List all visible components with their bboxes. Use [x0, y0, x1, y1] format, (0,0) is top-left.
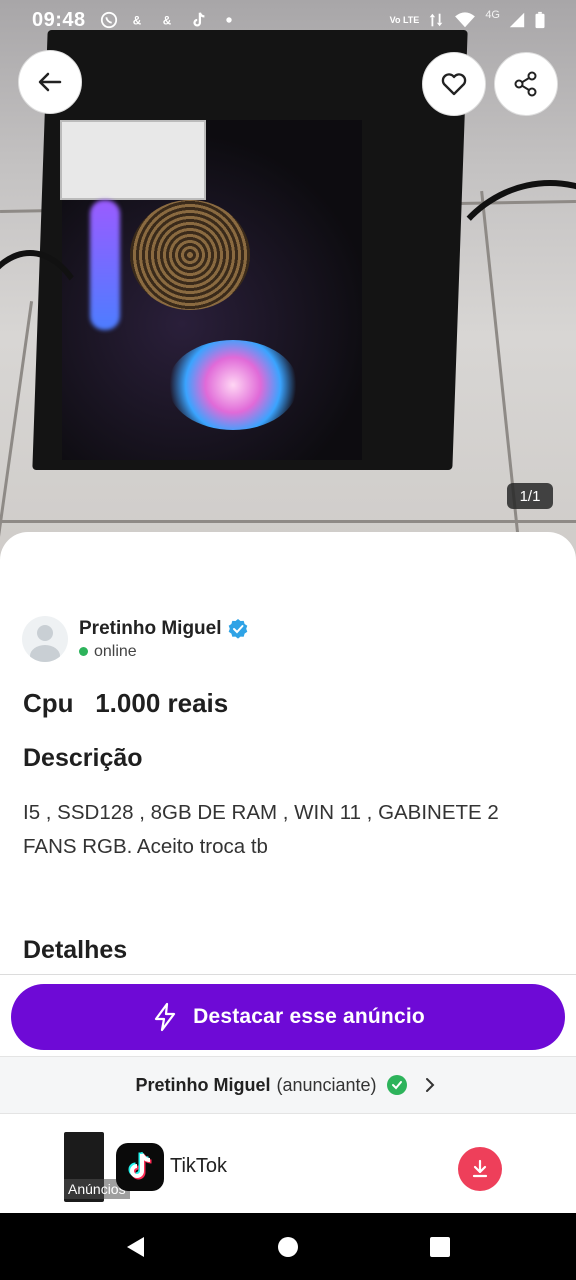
- listing-photo[interactable]: 1/1: [0, 0, 576, 560]
- divider: [0, 974, 576, 975]
- status-time: 09:48: [32, 8, 86, 31]
- cpu-cooler-image: [130, 200, 250, 310]
- data-arrows-icon: [430, 13, 443, 27]
- description-text: I5 , SSD128 , 8GB DE RAM , WIN 11 , GABI…: [23, 801, 499, 858]
- avatar: [22, 616, 68, 662]
- download-icon: [472, 1159, 488, 1178]
- promote-ad-label: Destacar esse anúncio: [193, 1005, 425, 1028]
- nav-home-button[interactable]: [268, 1227, 308, 1267]
- ad-app-name: TikTok: [170, 1155, 228, 1177]
- battery-icon: [535, 11, 545, 29]
- listing-details-sheet: Pretinho Miguel online Cpu 1.000 reais D…: [0, 532, 576, 982]
- details-heading: Detalhes: [23, 936, 128, 964]
- tiktok-icon: [193, 12, 205, 27]
- seller-status: online: [94, 642, 137, 660]
- floor-tile-line: [0, 520, 576, 523]
- description-heading: Descrição: [23, 744, 143, 772]
- favorite-button[interactable]: [422, 52, 486, 116]
- advertiser-link[interactable]: Pretinho Miguel (anunciante): [0, 1056, 576, 1114]
- wifi-icon: [455, 12, 476, 28]
- svg-text:&: &: [162, 15, 171, 28]
- square-recents-icon: [430, 1236, 450, 1257]
- chevron-right-icon: [425, 1078, 434, 1092]
- back-button[interactable]: [18, 50, 82, 114]
- image-counter: 1/1: [507, 483, 553, 509]
- nav-back-button[interactable]: [116, 1227, 156, 1267]
- network-label: 4G: [485, 9, 500, 21]
- nav-recents-button[interactable]: [420, 1227, 460, 1267]
- ad-banner[interactable]: Anúncios TikTok: [0, 1115, 576, 1213]
- share-button[interactable]: [494, 52, 558, 116]
- svg-text:&: &: [132, 15, 141, 28]
- seller-name: Pretinho Miguel: [79, 617, 222, 639]
- whatsapp-icon: [100, 11, 117, 29]
- tiktok-logo-icon: [116, 1143, 164, 1191]
- app-icon: &: [162, 15, 171, 28]
- advertiser-name: Pretinho Miguel: [135, 1074, 271, 1095]
- online-indicator: [79, 647, 88, 656]
- app-icon: &: [132, 15, 141, 28]
- seller-card[interactable]: Pretinho Miguel online: [22, 616, 249, 662]
- rgb-glow-image: [90, 200, 120, 330]
- verified-badge-icon: [228, 618, 247, 639]
- share-icon: [514, 71, 537, 97]
- dot-icon: [225, 17, 232, 23]
- psu-image: [60, 120, 206, 200]
- heart-icon: [441, 73, 467, 96]
- arrow-left-icon: [38, 72, 62, 92]
- verified-check-icon: [386, 1075, 407, 1095]
- advertiser-role: (anunciante): [276, 1074, 377, 1095]
- circle-home-icon: [278, 1236, 298, 1257]
- volte-label: Vo LTE: [389, 14, 420, 25]
- ad-download-button[interactable]: [458, 1147, 502, 1191]
- listing-title: Cpu 1.000 reais: [23, 688, 229, 718]
- signal-icon: [509, 12, 525, 28]
- promote-ad-button[interactable]: Destacar esse anúncio: [11, 984, 565, 1050]
- lightning-icon: [154, 1002, 176, 1032]
- status-bar: 09:48 & & Vo LTE 4G: [0, 0, 576, 40]
- system-nav-bar: [0, 1213, 576, 1280]
- rgb-fan-image: [168, 340, 298, 430]
- triangle-back-icon: [127, 1236, 144, 1257]
